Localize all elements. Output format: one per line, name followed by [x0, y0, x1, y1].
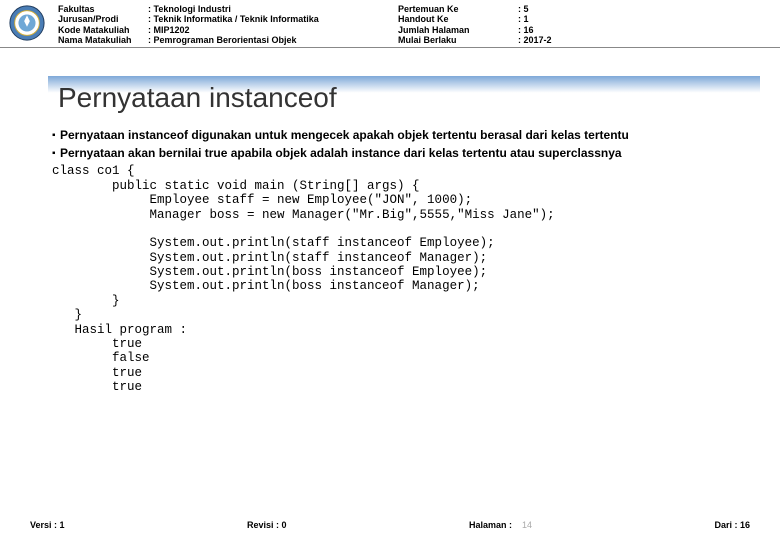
- bullet-item: ▪ Pernyataan akan bernilai true apabila …: [52, 146, 750, 162]
- hdr-v1-2: : MIP1202: [148, 25, 398, 35]
- footer-dari: Dari : 16: [714, 520, 750, 530]
- bullet-icon: ▪: [52, 128, 60, 144]
- hdr-v1-0: : Teknologi Industri: [148, 4, 398, 14]
- hdr-v2-3: : 2017-2: [518, 35, 772, 45]
- footer-halaman: Halaman :14: [469, 520, 532, 530]
- hdr-l2-2: Jumlah Halaman: [398, 25, 518, 35]
- code-block: class co1 { public static void main (Str…: [52, 164, 750, 394]
- header: Fakultas Jurusan/Prodi Kode Matakuliah N…: [0, 0, 780, 48]
- footer-revisi: Revisi : 0: [247, 520, 287, 530]
- hdr-l2-3: Mulai Berlaku: [398, 35, 518, 45]
- content-area: ▪ Pernyataan instanceof digunakan untuk …: [52, 128, 750, 394]
- hdr-v2-2: : 16: [518, 25, 772, 35]
- footer: Versi : 1 Revisi : 0 Halaman :14 Dari : …: [0, 520, 780, 530]
- hdr-l1-0: Fakultas: [58, 4, 148, 14]
- hdr-v1-1: : Teknik Informatika / Teknik Informatik…: [148, 14, 398, 24]
- hdr-l1-3: Nama Matakuliah: [58, 35, 148, 45]
- hdr-l1-1: Jurusan/Prodi: [58, 14, 148, 24]
- hdr-l2-0: Pertemuan Ke: [398, 4, 518, 14]
- bullet-item: ▪ Pernyataan instanceof digunakan untuk …: [52, 128, 750, 144]
- hdr-l2-1: Handout Ke: [398, 14, 518, 24]
- bullet-text: Pernyataan instanceof digunakan untuk me…: [60, 128, 629, 144]
- hdr-v2-1: : 1: [518, 14, 772, 24]
- institution-logo: [8, 4, 46, 42]
- bullet-text: Pernyataan akan bernilai true apabila ob…: [60, 146, 622, 162]
- footer-versi: Versi : 1: [30, 520, 65, 530]
- hdr-l1-2: Kode Matakuliah: [58, 25, 148, 35]
- bullet-icon: ▪: [52, 146, 60, 162]
- page-title-bar: Pernyataan instanceof: [48, 76, 760, 118]
- hdr-v1-3: : Pemrograman Berorientasi Objek: [148, 35, 398, 45]
- page-title: Pernyataan instanceof: [58, 82, 337, 113]
- hdr-v2-0: : 5: [518, 4, 772, 14]
